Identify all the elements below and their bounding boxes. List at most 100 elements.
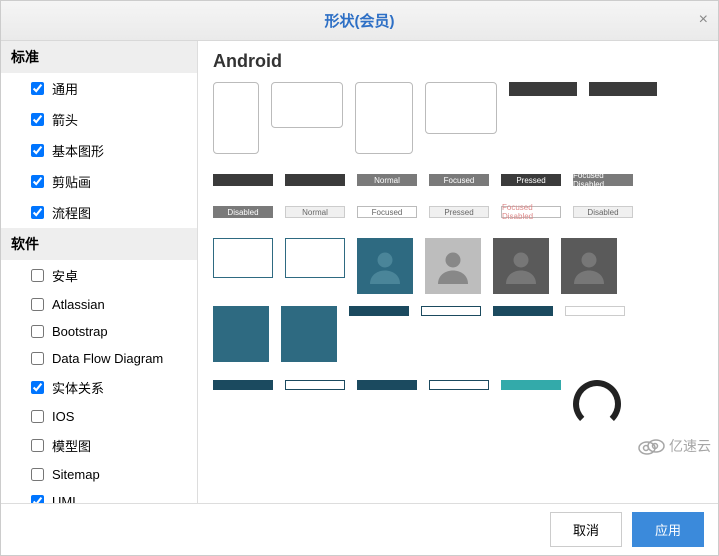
item-label: Atlassian [52,297,105,312]
item-label: UML [52,494,79,503]
category-header: 软件 [1,228,197,260]
checkbox[interactable] [31,410,44,423]
dialog-body: 标准 通用 箭头 基本图形 剪贴画 流程图 软件 安卓 Atlassian Bo… [1,41,718,503]
shape-phone-landscape[interactable] [271,82,343,128]
checkbox[interactable] [31,495,44,503]
shape-grid: Normal Focused Pressed Focused Disabled [213,174,703,186]
checkbox[interactable] [31,269,44,282]
content-panel[interactable]: Android Normal Focused Pressed Focused D… [198,41,718,503]
sidebar-item[interactable]: 模型图 [1,430,197,461]
shape-button-focused-disabled[interactable]: Focused Disabled [573,174,633,186]
shape-button[interactable] [213,174,273,186]
sidebar-item[interactable]: 箭头 [1,104,197,135]
sidebar-item[interactable]: 剪贴画 [1,166,197,197]
item-label: Data Flow Diagram [52,351,163,366]
shape-grid [213,380,703,428]
checkbox[interactable] [31,439,44,452]
shape-button-disabled[interactable]: Disabled [573,206,633,218]
sidebar[interactable]: 标准 通用 箭头 基本图形 剪贴画 流程图 软件 安卓 Atlassian Bo… [1,41,198,503]
shape-button-pressed[interactable]: Pressed [429,206,489,218]
sidebar-item[interactable]: 基本图形 [1,135,197,166]
shape-checkbox-list[interactable] [213,238,273,278]
shape-teal-block[interactable] [213,306,269,362]
shape-button-pressed[interactable]: Pressed [501,174,561,186]
checkbox[interactable] [31,175,44,188]
shape-phone-portrait[interactable] [213,82,259,154]
sidebar-item[interactable]: UML [1,488,197,503]
item-label: IOS [52,409,74,424]
item-label: Bootstrap [52,324,108,339]
shape-button[interactable] [285,174,345,186]
category-header: 标准 [1,41,197,73]
item-label: Sitemap [52,467,100,482]
sidebar-item[interactable]: Data Flow Diagram [1,345,197,372]
checkbox[interactable] [31,113,44,126]
shape-avatar-dark[interactable] [493,238,549,294]
sidebar-item[interactable]: 通用 [1,73,197,104]
shape-spinner-ring[interactable] [573,380,621,428]
shape-grid [213,238,703,294]
checkbox[interactable] [31,325,44,338]
shape-action-bar[interactable] [429,380,489,390]
checkbox[interactable] [31,381,44,394]
shape-action-bar[interactable] [501,380,561,390]
checkbox[interactable] [31,298,44,311]
item-label: 实体关系 [52,378,104,397]
shape-checkbox-list[interactable] [285,238,345,278]
shape-button-disabled[interactable]: Disabled [213,206,273,218]
shape-button-normal[interactable]: Normal [357,174,417,186]
cloud-icon [637,437,665,455]
item-label: 箭头 [52,110,78,129]
content-title: Android [213,51,703,72]
checkbox[interactable] [31,352,44,365]
sidebar-item[interactable]: Sitemap [1,461,197,488]
item-label: 流程图 [52,203,91,222]
watermark-text: 亿速云 [669,436,711,456]
item-label: 模型图 [52,436,91,455]
item-label: 剪贴画 [52,172,91,191]
shape-action-bar[interactable] [565,306,625,316]
checkbox[interactable] [31,82,44,95]
shape-grid [213,306,703,362]
shape-button-focused[interactable]: Focused [357,206,417,218]
shape-avatar-teal[interactable] [357,238,413,294]
item-label: 安卓 [52,266,78,285]
shape-avatar-light[interactable] [425,238,481,294]
shape-button-normal[interactable]: Normal [285,206,345,218]
sidebar-item[interactable]: IOS [1,403,197,430]
close-icon[interactable]: × [699,11,708,29]
shape-grid [213,82,703,154]
shape-action-bar[interactable] [285,380,345,390]
shape-action-bar[interactable] [213,380,273,390]
shape-dark-bar[interactable] [589,82,657,96]
titlebar: 形状(会员) × [1,1,718,41]
shape-dark-bar[interactable] [509,82,577,96]
checkbox[interactable] [31,206,44,219]
sidebar-item[interactable]: 流程图 [1,197,197,228]
footer: 取消 应用 [1,503,718,555]
shape-button-focused[interactable]: Focused [429,174,489,186]
sidebar-item[interactable]: 实体关系 [1,372,197,403]
shape-action-bar[interactable] [493,306,553,316]
shape-teal-block[interactable] [281,306,337,362]
sidebar-item[interactable]: Bootstrap [1,318,197,345]
shape-action-bar[interactable] [357,380,417,390]
apply-button[interactable]: 应用 [632,512,704,547]
sidebar-item[interactable]: 安卓 [1,260,197,291]
cancel-button[interactable]: 取消 [550,512,622,547]
shape-action-bar[interactable] [349,306,409,316]
item-label: 通用 [52,79,78,98]
checkbox[interactable] [31,144,44,157]
shape-grid: Disabled Normal Focused Pressed Focused … [213,206,703,218]
shape-button-focused-disabled[interactable]: Focused Disabled [501,206,561,218]
watermark: 亿速云 [637,436,711,456]
item-label: 基本图形 [52,141,104,160]
shape-action-bar[interactable] [421,306,481,316]
checkbox[interactable] [31,468,44,481]
dialog: 形状(会员) × 标准 通用 箭头 基本图形 剪贴画 流程图 软件 安卓 Atl… [0,0,719,556]
shape-tablet-landscape[interactable] [425,82,497,134]
dialog-title: 形状(会员) [325,10,395,31]
shape-avatar-dark[interactable] [561,238,617,294]
sidebar-item[interactable]: Atlassian [1,291,197,318]
shape-tablet-portrait[interactable] [355,82,413,154]
